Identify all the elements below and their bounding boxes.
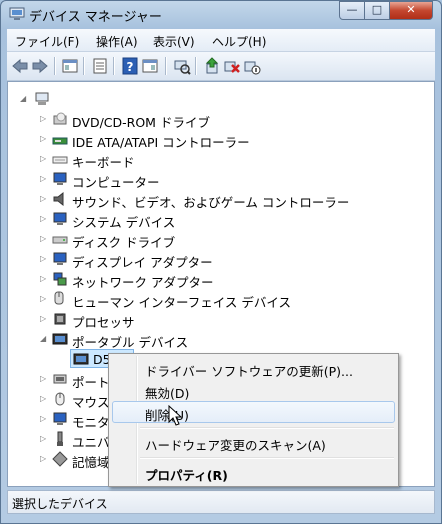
context-menu[interactable]: ドライバー ソフトウェアの更新(P)... 無効(D) 削除(U) ハードウェア…	[108, 353, 399, 487]
window-title: デバイス マネージャー	[29, 10, 162, 25]
tree-category-label: キーボード	[72, 155, 135, 170]
close-button[interactable]: ✕	[389, 1, 433, 20]
storage-icon	[52, 451, 68, 467]
menu-view[interactable]: 表示(V)	[153, 33, 195, 50]
status-bar: 選択したデバイス	[7, 490, 435, 514]
context-menu-separator	[140, 427, 394, 429]
network-adapter-icon	[53, 272, 67, 286]
minimize-button[interactable]: —	[339, 1, 365, 20]
title-bar[interactable]: デバイス マネージャー — □ ✕	[1, 1, 441, 29]
expand-arrow-icon[interactable]: ▷	[40, 435, 48, 443]
menu-action[interactable]: 操作(A)	[96, 33, 138, 50]
system-device-icon	[53, 212, 67, 225]
tree-category-label: モニタ	[72, 415, 110, 430]
portable-device-icon	[73, 353, 89, 365]
tree-category-label: コンピューター	[72, 175, 160, 190]
uninstall-icon[interactable]	[223, 57, 241, 75]
menu-file[interactable]: ファイル(F)	[15, 33, 79, 50]
ide-controller-icon	[52, 137, 68, 145]
expand-arrow-icon[interactable]: ▷	[40, 255, 48, 263]
expand-arrow-icon[interactable]: ▷	[40, 375, 48, 383]
expand-arrow-icon[interactable]: ▷	[40, 295, 48, 303]
details-icon[interactable]	[91, 57, 109, 75]
expand-arrow-icon[interactable]: ▷	[40, 275, 48, 283]
back-icon[interactable]	[11, 57, 29, 75]
status-text: 選択したデバイス	[12, 497, 108, 511]
expand-arrow-icon[interactable]: ▷	[40, 175, 48, 183]
menu-help[interactable]: ヘルプ(H)	[212, 33, 266, 50]
collapse-arrow-icon[interactable]: ◢	[40, 335, 48, 343]
tree-category-label: マウス	[72, 395, 110, 410]
processor-icon	[54, 313, 66, 325]
port-icon	[53, 374, 67, 384]
update-driver-icon[interactable]	[203, 57, 221, 75]
display-adapter-icon	[53, 252, 67, 265]
tree-category-label: ヒューマン インターフェイス デバイス	[72, 295, 291, 310]
hid-icon	[54, 291, 64, 305]
monitor-icon	[53, 412, 67, 425]
expand-arrow-icon[interactable]: ▷	[40, 315, 48, 323]
forward-icon[interactable]	[31, 57, 49, 75]
toolbar-separator	[195, 57, 197, 75]
keyboard-icon	[52, 156, 68, 164]
properties-view-icon[interactable]	[61, 57, 79, 75]
expand-arrow-icon[interactable]: ▷	[40, 395, 48, 403]
tree-category-label: ディスク ドライブ	[72, 235, 176, 250]
tree-category-label: ポート	[72, 375, 110, 390]
collapse-arrow-icon[interactable]: ◢	[20, 95, 28, 103]
mouse-cursor-icon	[168, 405, 182, 426]
menu-update-driver[interactable]: ドライバー ソフトウェアの更新(P)...	[112, 357, 395, 379]
menu-properties-label: プロパティ(R)	[145, 468, 228, 483]
toolbar-separator	[113, 57, 115, 75]
maximize-button[interactable]: □	[364, 1, 390, 20]
toolbar: ?	[7, 52, 435, 81]
monitor-icon	[53, 172, 67, 185]
toolbar-separator	[165, 57, 167, 75]
menu-disable-label: 無効(D)	[145, 386, 190, 401]
dvd-drive-icon	[53, 112, 67, 125]
tree-category-label: ユニバ	[72, 435, 110, 450]
expand-arrow-icon[interactable]: ▷	[40, 155, 48, 163]
tree-category-label: ディスプレイ アダプター	[72, 255, 213, 270]
help-icon[interactable]: ?	[121, 57, 139, 75]
disable-icon[interactable]	[243, 57, 261, 75]
context-menu-separator	[140, 457, 394, 459]
usb-icon	[57, 431, 63, 446]
menu-disable[interactable]: 無効(D)	[112, 379, 395, 401]
speaker-icon	[53, 191, 64, 207]
tree-category-label: システム デバイス	[72, 215, 176, 230]
menu-scan-hardware[interactable]: ハードウェア変更のスキャン(A)	[112, 431, 395, 453]
computer-icon	[35, 92, 49, 105]
toolbar-separator	[83, 57, 85, 75]
tree-category-label: サウンド、ビデオ、およびゲーム コントローラー	[72, 195, 350, 210]
expand-arrow-icon[interactable]: ▷	[40, 235, 48, 243]
expand-arrow-icon[interactable]: ▷	[40, 195, 48, 203]
disk-drive-icon	[52, 236, 68, 244]
expand-arrow-icon[interactable]: ▷	[40, 215, 48, 223]
tree-category-label: DVD/CD-ROM ドライブ	[72, 115, 210, 130]
expand-arrow-icon[interactable]: ▷	[40, 115, 48, 123]
expand-arrow-icon[interactable]: ▷	[40, 135, 48, 143]
portable-device-icon	[52, 333, 68, 345]
scan-icon[interactable]	[173, 57, 191, 75]
show-hide-icon[interactable]	[141, 57, 159, 75]
menu-scan-hardware-label: ハードウェア変更のスキャン(A)	[145, 438, 326, 453]
menu-update-driver-label: ドライバー ソフトウェアの更新(P)...	[145, 364, 353, 379]
expand-arrow-icon[interactable]: ▷	[40, 415, 48, 423]
menu-bar: ファイル(F) 操作(A) 表示(V) ヘルプ(H)	[7, 29, 435, 52]
expand-arrow-icon[interactable]: ▷	[40, 455, 48, 463]
tree-category-label: ネットワーク アダプター	[72, 275, 214, 290]
tree-category-label: 記憶域	[72, 455, 110, 470]
device-manager-icon	[9, 7, 25, 20]
tree-category-label: プロセッサ	[72, 315, 135, 330]
menu-uninstall[interactable]: 削除(U)	[112, 401, 395, 423]
menu-properties[interactable]: プロパティ(R)	[112, 461, 395, 483]
svg-text:?: ?	[127, 60, 134, 74]
menu-uninstall-label: 削除(U)	[145, 408, 189, 423]
tree-category-label: IDE ATA/ATAPI コントローラー	[72, 135, 250, 150]
mouse-icon	[55, 392, 65, 406]
toolbar-separator	[54, 57, 56, 75]
